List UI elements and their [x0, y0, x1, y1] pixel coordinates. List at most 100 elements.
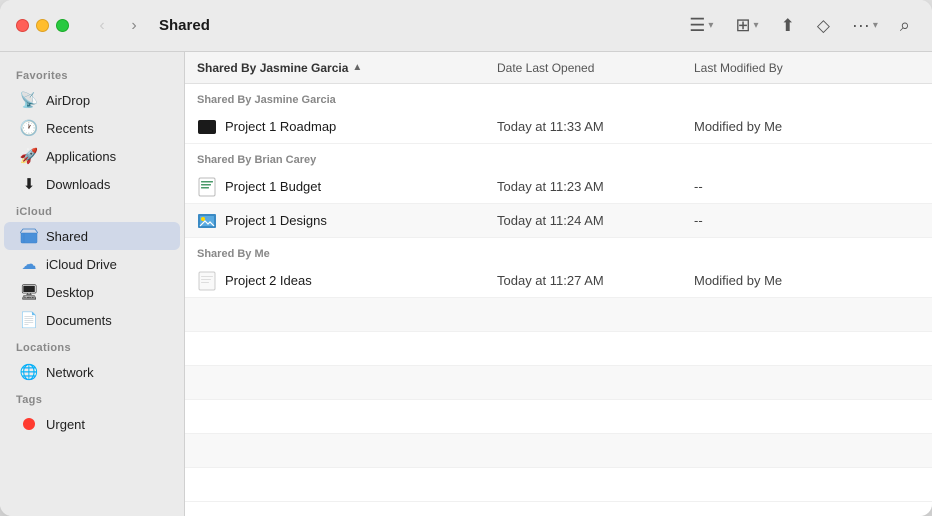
budget-label: Project 1 Budget: [225, 179, 321, 194]
roadmap-file-icon: [197, 117, 217, 137]
sidebar-label-applications: Applications: [46, 149, 116, 164]
tag-button[interactable]: ◇: [811, 12, 836, 40]
column-modified-label: Last Modified By: [694, 61, 783, 75]
sidebar-section-icloud: iCloud: [0, 198, 184, 222]
column-name-label: Shared By Jasmine Garcia: [197, 61, 348, 75]
sidebar-label-desktop: Desktop: [46, 285, 94, 300]
file-name-budget: Project 1 Budget: [185, 177, 485, 197]
budget-file-icon: [197, 177, 217, 197]
column-date-header[interactable]: Date Last Opened: [485, 61, 682, 75]
tag-icon: ◇: [817, 16, 830, 36]
finder-window: ‹ › Shared ☰ ▾ ⊞ ▾ ⬆ ◇ ··· ▾ ⌕: [0, 0, 932, 516]
more-button[interactable]: ··· ▾: [846, 11, 884, 40]
downloads-icon: ⬇: [20, 175, 38, 193]
sidebar-section-favorites: Favorites: [0, 62, 184, 86]
roadmap-label: Project 1 Roadmap: [225, 119, 336, 134]
titlebar: ‹ › Shared ☰ ▾ ⊞ ▾ ⬆ ◇ ··· ▾ ⌕: [0, 0, 932, 52]
sidebar-item-shared[interactable]: Shared: [4, 222, 180, 250]
column-modified-header[interactable]: Last Modified By: [682, 61, 932, 75]
share-button[interactable]: ⬆: [775, 12, 801, 40]
more-icon: ···: [852, 15, 870, 36]
sidebar-section-tags: Tags: [0, 386, 184, 410]
group-label-jasmine: Shared By Jasmine Garcia: [197, 94, 336, 106]
sidebar-item-network[interactable]: 🌐 Network: [4, 358, 180, 386]
ideas-file-icon: [197, 271, 217, 291]
file-name-designs: Project 1 Designs: [185, 211, 485, 231]
grid-view-button[interactable]: ⊞ ▾: [729, 11, 764, 40]
ideas-date: Today at 11:27 AM: [485, 273, 682, 288]
sidebar-item-urgent[interactable]: Urgent: [4, 410, 180, 438]
designs-modified: --: [682, 213, 932, 228]
file-row-budget[interactable]: Project 1 Budget Today at 11:23 AM --: [185, 170, 932, 204]
maximize-button[interactable]: [56, 19, 69, 32]
documents-icon: 📄: [20, 311, 38, 329]
group-header-me: Shared By Me: [185, 238, 932, 264]
sort-chevron-icon: ▲: [352, 62, 362, 73]
group-header-jasmine: Shared By Jasmine Garcia: [185, 84, 932, 110]
list-view-button[interactable]: ☰ ▾: [683, 11, 719, 40]
file-name-roadmap: Project 1 Roadmap: [185, 117, 485, 137]
sidebar-label-network: Network: [46, 365, 94, 380]
close-button[interactable]: [16, 19, 29, 32]
sidebar-item-documents[interactable]: 📄 Documents: [4, 306, 180, 334]
sidebar-section-locations: Locations: [0, 334, 184, 358]
sidebar-item-airdrop[interactable]: 📡 AirDrop: [4, 86, 180, 114]
applications-icon: 🚀: [20, 147, 38, 165]
recents-icon: 🕐: [20, 119, 38, 137]
list-view-icon: ☰: [689, 15, 705, 36]
search-button[interactable]: ⌕: [894, 11, 916, 40]
group-label-brian: Shared By Brian Carey: [197, 154, 316, 166]
share-icon: ⬆: [781, 16, 795, 36]
file-row-roadmap[interactable]: Project 1 Roadmap Today at 11:33 AM Modi…: [185, 110, 932, 144]
sidebar-label-urgent: Urgent: [46, 417, 85, 432]
sidebar-item-downloads[interactable]: ⬇ Downloads: [4, 170, 180, 198]
sidebar-item-desktop[interactable]: 🖥 Desktop: [4, 278, 180, 306]
empty-row-3: [185, 366, 932, 400]
more-chevron-icon: ▾: [873, 20, 878, 31]
designs-date: Today at 11:24 AM: [485, 213, 682, 228]
budget-date: Today at 11:23 AM: [485, 179, 682, 194]
sidebar-item-applications[interactable]: 🚀 Applications: [4, 142, 180, 170]
file-list: Shared By Jasmine Garcia Project 1 Roadm…: [185, 84, 932, 516]
airdrop-icon: 📡: [20, 91, 38, 109]
sidebar-label-icloud-drive: iCloud Drive: [46, 257, 117, 272]
sidebar-label-downloads: Downloads: [46, 177, 110, 192]
designs-label: Project 1 Designs: [225, 213, 327, 228]
empty-row-4: [185, 400, 932, 434]
sidebar: Favorites 📡 AirDrop 🕐 Recents 🚀 Applicat…: [0, 52, 185, 516]
toolbar-actions: ☰ ▾ ⊞ ▾ ⬆ ◇ ··· ▾ ⌕: [683, 11, 916, 40]
file-row-ideas[interactable]: Project 2 Ideas Today at 11:27 AM Modifi…: [185, 264, 932, 298]
roadmap-date: Today at 11:33 AM: [485, 119, 682, 134]
roadmap-modified: Modified by Me: [682, 119, 932, 134]
empty-row-1: [185, 298, 932, 332]
network-icon: 🌐: [20, 363, 38, 381]
ideas-label: Project 2 Ideas: [225, 273, 312, 288]
group-header-brian: Shared By Brian Carey: [185, 144, 932, 170]
sidebar-item-recents[interactable]: 🕐 Recents: [4, 114, 180, 142]
shared-icon: [20, 227, 38, 245]
column-name-header[interactable]: Shared By Jasmine Garcia ▲: [185, 61, 485, 75]
minimize-button[interactable]: [36, 19, 49, 32]
group-label-me: Shared By Me: [197, 248, 270, 260]
desktop-icon: 🖥: [20, 283, 38, 301]
grid-view-chevron-icon: ▾: [754, 20, 759, 31]
file-row-designs[interactable]: Project 1 Designs Today at 11:24 AM --: [185, 204, 932, 238]
ideas-modified: Modified by Me: [682, 273, 932, 288]
traffic-lights: [16, 19, 69, 32]
nav-buttons: ‹ ›: [89, 13, 147, 39]
search-icon: ⌕: [900, 15, 910, 36]
designs-file-icon: [197, 211, 217, 231]
sidebar-label-recents: Recents: [46, 121, 94, 136]
sidebar-label-airdrop: AirDrop: [46, 93, 90, 108]
forward-button[interactable]: ›: [121, 13, 147, 39]
empty-row-2: [185, 332, 932, 366]
icloud-drive-icon: ☁: [20, 255, 38, 273]
sidebar-item-icloud-drive[interactable]: ☁ iCloud Drive: [4, 250, 180, 278]
main-content: Shared By Jasmine Garcia ▲ Date Last Ope…: [185, 52, 932, 516]
empty-row-5: [185, 434, 932, 468]
file-name-ideas: Project 2 Ideas: [185, 271, 485, 291]
back-button[interactable]: ‹: [89, 13, 115, 39]
column-date-label: Date Last Opened: [497, 61, 594, 75]
sidebar-label-documents: Documents: [46, 313, 112, 328]
content-area: Favorites 📡 AirDrop 🕐 Recents 🚀 Applicat…: [0, 52, 932, 516]
